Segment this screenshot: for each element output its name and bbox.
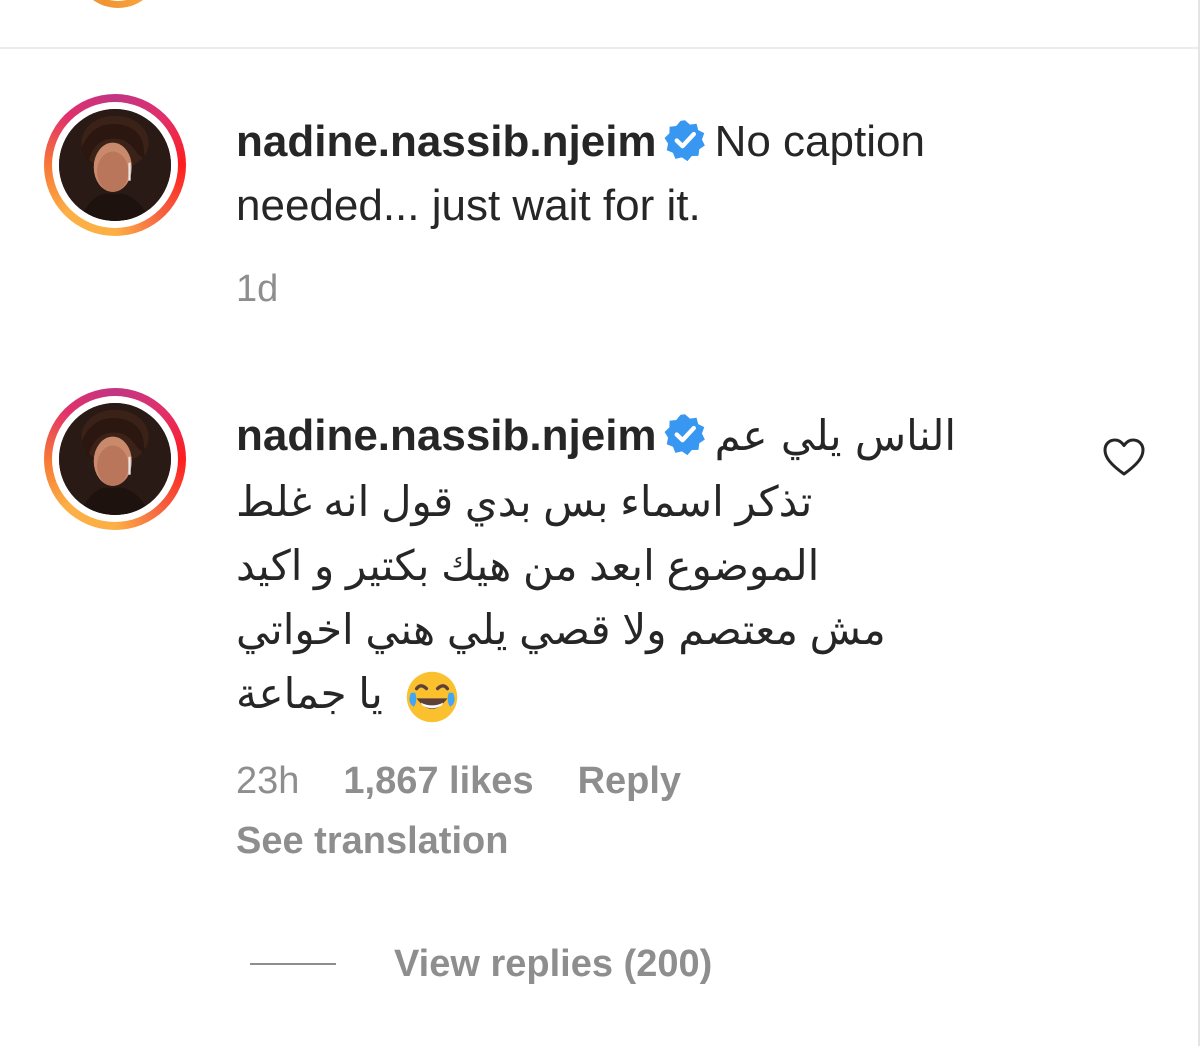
caption-avatar[interactable] xyxy=(44,94,186,236)
comment-meta: 23h 1,867 likes Reply xyxy=(236,760,725,803)
verified-badge-icon xyxy=(663,412,707,456)
replies-dash xyxy=(250,963,336,965)
comment-text-line5: يا جماعة xyxy=(236,662,1036,726)
caption-text-line2: needed... just wait for it. xyxy=(236,181,701,230)
caption-text-line1: No caption xyxy=(714,117,925,166)
translation-row: See translation xyxy=(236,820,508,863)
see-translation-button[interactable]: See translation xyxy=(236,820,508,862)
reply-button[interactable]: Reply xyxy=(578,760,681,802)
view-replies-button[interactable]: View replies (200) xyxy=(250,934,712,994)
comment-text: تذكر اسماء بس بدي قول انه غلط الموضوع اب… xyxy=(236,470,1036,726)
profile-photo xyxy=(59,109,171,221)
comment-timestamp[interactable]: 23h xyxy=(236,760,299,802)
comment-text-line5-text: يا جماعة xyxy=(236,670,383,717)
view-replies-label: View replies (200) xyxy=(394,942,713,985)
comment-text-line3: الموضوع ابعد من هيك بكتير و اكيد xyxy=(236,542,820,589)
comment-likes[interactable]: 1,867 likes xyxy=(343,760,533,802)
instagram-comments-panel: nadine.nassib.njeim No caption needed... … xyxy=(0,0,1200,1046)
comment-header-line: nadine.nassib.njeim الناس يلي عم xyxy=(236,404,956,468)
profile-photo xyxy=(59,403,171,515)
caption-meta: 1d xyxy=(236,268,278,311)
face-with-tears-of-joy-icon xyxy=(404,669,460,725)
divider xyxy=(0,47,1200,49)
comment-text-line1: الناس يلي عم xyxy=(714,411,957,460)
comment-text-line2: تذكر اسماء بس بدي قول انه غلط xyxy=(236,478,813,525)
comment-text-line4: مش معتصم ولا قصي يلي هني اخواتي xyxy=(236,606,886,653)
comment-avatar[interactable] xyxy=(44,388,186,530)
like-heart-icon[interactable] xyxy=(1100,434,1148,482)
caption-timestamp[interactable]: 1d xyxy=(236,268,278,310)
comment-username[interactable]: nadine.nassib.njeim xyxy=(236,411,657,460)
caption-username[interactable]: nadine.nassib.njeim xyxy=(236,117,657,166)
verified-badge-icon xyxy=(663,118,707,162)
caption-text: nadine.nassib.njeim No caption needed... … xyxy=(236,110,925,238)
previous-avatar-ring xyxy=(75,0,161,8)
